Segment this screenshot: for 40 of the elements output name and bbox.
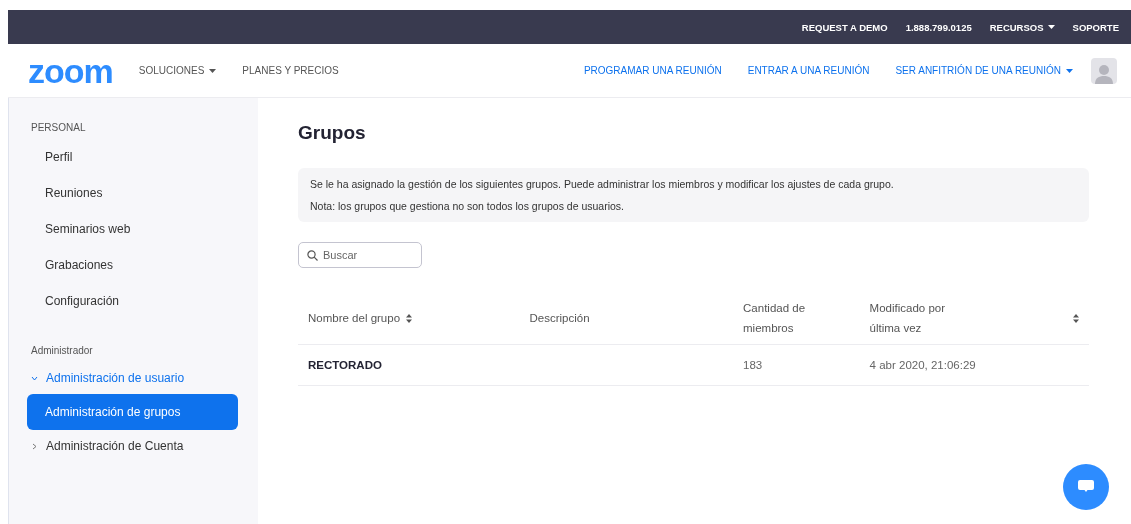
top-bar-link[interactable]: SOPORTE (1072, 21, 1119, 33)
nav-link[interactable]: ENTRAR A UNA REUNIÓN (747, 65, 870, 76)
sidebar-item[interactable]: Seminarios web (27, 211, 238, 247)
caret-icon (1047, 25, 1055, 29)
chevron-down-icon (31, 374, 38, 382)
sidebar-item[interactable]: Administración de grupos (27, 394, 238, 430)
table-cell: RECTORADO (308, 359, 382, 371)
sort-icon[interactable] (406, 313, 413, 323)
table-cell: 4 abr 2020, 21:06:29 (869, 359, 976, 371)
top-bar-link[interactable]: 1.888.799.0125 (905, 21, 972, 33)
nav-link[interactable]: SER ANFITRIÓN DE UNA REUNIÓN (895, 65, 1073, 76)
section-title: Administrador (31, 345, 94, 356)
nav-link[interactable]: PROGRAMAR UNA REUNIÓN (583, 65, 722, 76)
column-header: Cantidad de miembros (743, 301, 806, 336)
sidebar-item[interactable]: Reuniones (27, 175, 238, 211)
chat-button[interactable] (1063, 464, 1109, 510)
section-title: PERSONAL (31, 122, 87, 133)
sidebar-item[interactable]: Configuración (27, 283, 238, 319)
caret-icon (1066, 68, 1073, 73)
chat-bubble-icon (1078, 480, 1094, 494)
chevron-right-icon (31, 442, 38, 450)
top-bar-link[interactable]: RECURSOS (989, 21, 1055, 33)
search-field[interactable]: Buscar (298, 242, 422, 268)
caret-icon (209, 68, 217, 73)
table-cell: 183 (743, 359, 763, 371)
search-icon (307, 250, 318, 261)
sidebar-item[interactable]: Perfil (27, 139, 238, 175)
notice-text: Se le ha asignado la gestión de los siguientes grupos. Puede administrar los miembros y modificar los ajustes de cada grupo. (310, 178, 895, 190)
top-bar-link[interactable]: REQUEST A DEMO (801, 21, 888, 33)
notice-text: Nota: los grupos que gestiona no son todos los grupos de usuarios. (310, 200, 626, 212)
column-header: Nombre del grupo (308, 311, 401, 326)
sort-icon[interactable] (1073, 313, 1079, 323)
sidebar-group[interactable]: Administración de Cuenta (31, 430, 238, 462)
page-title: Grupos (298, 122, 367, 144)
column-header: Modificado por última vez (869, 301, 945, 336)
nav-link[interactable]: PLANES Y PRECIOS (242, 65, 339, 76)
column-header: Descripción (529, 311, 590, 326)
sidebar-item[interactable]: Grabaciones (27, 247, 238, 283)
sidebar-group[interactable]: Administración de usuario (31, 362, 238, 394)
nav-link[interactable]: SOLUCIONES (138, 65, 217, 76)
